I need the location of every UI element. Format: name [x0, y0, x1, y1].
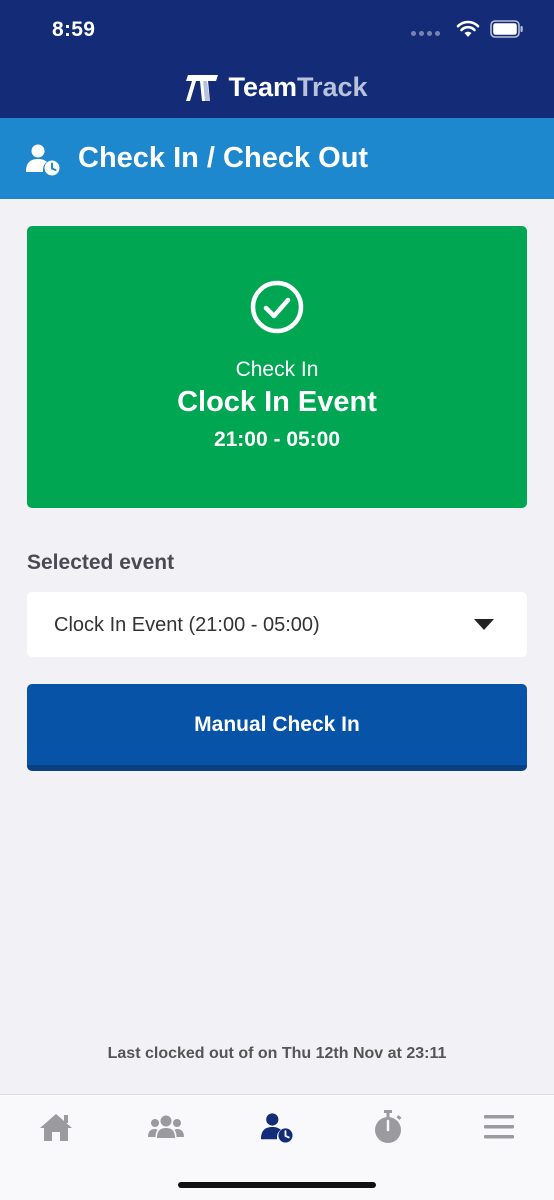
tab-check-in[interactable] — [257, 1109, 297, 1145]
page-header: Check In / Check Out — [0, 118, 554, 199]
users-icon — [148, 1115, 184, 1138]
user-clock-icon — [26, 144, 60, 175]
tab-timer[interactable] — [368, 1109, 408, 1145]
last-clocked-text: Last clocked out of on Thu 12th Nov at 2… — [107, 1045, 447, 1062]
status-bar: 8:59 — [0, 0, 554, 60]
selected-event-label: Selected event — [27, 551, 175, 574]
teamtrack-logo-icon — [186, 74, 219, 101]
user-clock-icon — [261, 1113, 293, 1143]
manual-check-in-button[interactable]: Manual Check In — [27, 684, 527, 771]
check-type-label: Check In — [235, 358, 319, 381]
home-icon — [40, 1114, 72, 1141]
tab-home[interactable] — [36, 1109, 76, 1145]
brand-name-track: Track — [296, 72, 368, 102]
brand-name: TeamTrack — [228, 72, 367, 103]
status-time: 8:59 — [52, 18, 96, 41]
event-time-range: 21:00 - 05:00 — [213, 428, 341, 451]
tab-users[interactable] — [146, 1109, 186, 1145]
event-select[interactable]: Clock In Event (21:00 - 05:00) — [27, 592, 527, 657]
status-icons — [411, 20, 524, 38]
check-status-card: Check In Clock In Event 21:00 - 05:00 — [27, 226, 527, 508]
event-name: Clock In Event — [177, 386, 377, 418]
page-title: Check In / Check Out — [78, 142, 369, 174]
signal-dots-icon — [411, 30, 440, 36]
brand-bar: TeamTrack — [0, 60, 554, 118]
stopwatch-icon — [375, 1110, 402, 1143]
chevron-down-icon — [474, 619, 494, 630]
brand-name-team: Team — [228, 72, 297, 102]
check-circle-icon — [250, 280, 304, 334]
home-indicator[interactable] — [178, 1182, 376, 1188]
brand-logo: TeamTrack — [0, 72, 554, 103]
battery-icon — [490, 20, 523, 38]
tab-menu[interactable] — [479, 1109, 519, 1145]
menu-icon — [484, 1115, 514, 1139]
event-select-value: Clock In Event (21:00 - 05:00) — [54, 614, 320, 636]
tab-bar — [0, 1094, 554, 1200]
wifi-icon — [456, 20, 480, 37]
